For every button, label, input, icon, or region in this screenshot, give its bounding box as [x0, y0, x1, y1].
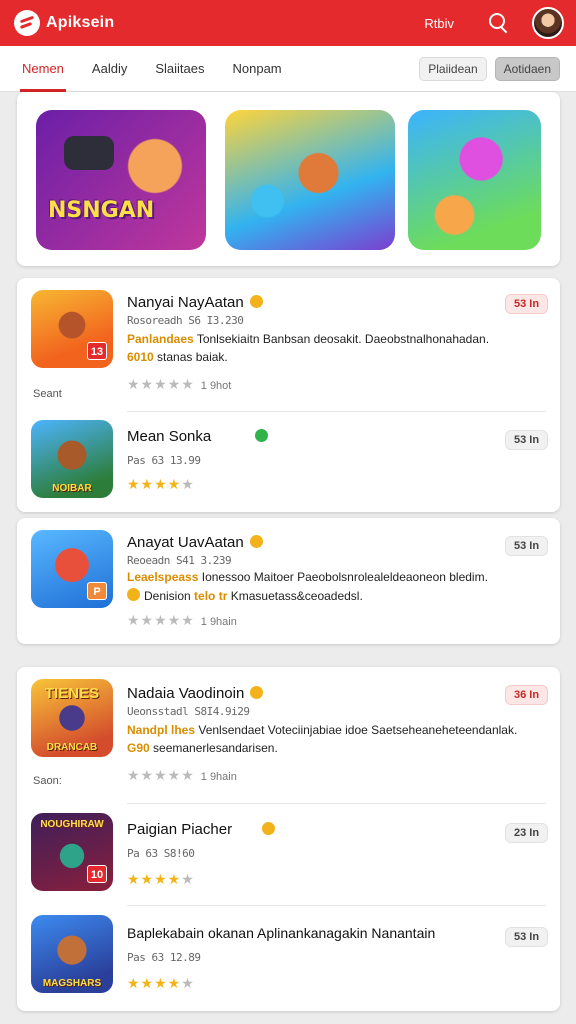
price-badge[interactable]: 23 In — [505, 823, 549, 843]
app-icon[interactable]: MAGSHARS — [31, 915, 113, 993]
tab-nemen[interactable]: Nemen — [8, 46, 78, 92]
rating-stars: ★★★★★ — [127, 871, 195, 887]
featured-banners-card: NSNGAN — [17, 92, 560, 266]
app-description: Panlandaes Tonlsekiaitn Banbsan deosakit… — [127, 332, 489, 346]
badge-icon — [127, 588, 140, 601]
rating-stars: ★★★★★ 1 9hain — [127, 767, 237, 783]
app-title: Apiksein — [46, 14, 115, 31]
app-title-text: Mean Sonka — [127, 428, 212, 445]
app-title-text: Anayat UavAatan — [127, 534, 244, 551]
divider — [127, 803, 546, 804]
desc-highlight: Nandpl lhes — [127, 723, 196, 737]
gamepad-icon — [64, 136, 114, 170]
app-meta: Pa 63 S8!60 — [127, 847, 195, 860]
verified-icon — [250, 686, 264, 699]
app-title-text: Nadaia Vaodinoin — [127, 685, 245, 702]
desc-highlight: Panlandaes — [127, 332, 194, 346]
user-avatar[interactable] — [532, 7, 564, 39]
app-title-text: Paigian Piacher — [127, 821, 233, 838]
tab-nonpam[interactable]: Nonpam — [218, 46, 295, 92]
price-badge[interactable]: 53 In — [505, 294, 549, 314]
icon-caption: NOIBAR — [52, 483, 92, 494]
verified-icon — [255, 429, 269, 442]
rating-count: 1 9hain — [200, 616, 237, 628]
app-title[interactable]: Paigian Piacher — [127, 821, 276, 838]
app-description: Leaelspeass Ionessoo Maitoer Paeobolsnro… — [127, 570, 488, 584]
rating-stars: ★★★★★ 1 9hain — [127, 612, 237, 628]
app-title-text: Nanyai NayAatan — [127, 294, 244, 311]
rating-stars: ★★★★★ — [127, 975, 195, 991]
icon-badge: 10 — [87, 865, 107, 883]
desc-text: Ionessoo Maitoer Paeobolsnrolealeldeaone… — [201, 570, 488, 584]
featured-banner-3[interactable] — [408, 110, 541, 250]
featured-banner-2[interactable] — [225, 110, 395, 250]
app-meta: Pas 63 13.99 — [127, 454, 201, 467]
desc-highlight: G90 — [127, 741, 150, 755]
app-description-2: 6010 stanas baiak. — [127, 350, 228, 364]
desc-highlight: Leaelspeass — [127, 570, 199, 584]
app-list-card-3: TIENES DRANCAB Nadaia Vaodinoin Ueonssta… — [17, 667, 560, 1011]
icon-caption: DRANCAB — [46, 742, 98, 753]
filter-chip-right[interactable]: Aotidaen — [494, 56, 560, 81]
icon-caption: MAGSHARS — [42, 978, 102, 989]
rating-stars: ★★★★★ 1 9hot — [127, 376, 232, 392]
tab-bar: Nemen Aaldiy Slaiitaes Nonpam Plaiidean … — [0, 46, 576, 92]
desc-text: Denision — [144, 589, 191, 603]
app-meta: Ueonsstadl S8I4.9i29 — [127, 705, 250, 718]
verified-icon — [262, 822, 276, 835]
icon-caption-top: TIENES — [44, 685, 100, 702]
featured-banner-1[interactable]: NSNGAN — [36, 110, 206, 250]
rating-count: 1 9hain — [200, 771, 237, 783]
desc-text: Kmasuetass&ceoadedsl. — [230, 589, 363, 603]
app-icon[interactable]: P — [31, 530, 113, 608]
app-meta: Pas 63 12.89 — [127, 951, 201, 964]
desc-text: stanas baiak. — [157, 350, 228, 364]
header-link[interactable]: Rtbiv — [424, 16, 454, 31]
rating-stars: ★★★★★ — [127, 476, 195, 492]
desc-text: Venlsendaet Voteciinjabiae idoe Saetsehe… — [198, 723, 518, 737]
icon-caption-top: NOUGHIRAW — [40, 819, 104, 830]
price-badge[interactable]: 53 In — [505, 927, 549, 947]
app-title[interactable]: Baplekabain okanan Aplinankanagakin Nana… — [127, 925, 435, 941]
icon-badge: P — [87, 582, 107, 600]
price-badge[interactable]: 53 In — [505, 430, 549, 450]
app-meta: Rosoreadh S6 I3.230 — [127, 314, 244, 327]
app-list-card-1: 13 Nanyai NayAatan Rosoreadh S6 I3.230 P… — [17, 278, 560, 512]
filter-chip-left[interactable]: Plaiidean — [419, 56, 487, 81]
rating-count: 1 9hot — [200, 380, 232, 392]
desc-text: Tonlsekiaitn Banbsan deosakit. Daeobstna… — [196, 332, 490, 346]
app-icon[interactable]: 13 — [31, 290, 113, 368]
icon-badge: 13 — [87, 342, 107, 360]
desc-highlight: telo tr — [194, 589, 228, 603]
side-label: Saon: — [33, 775, 62, 787]
side-label: Seant — [33, 388, 62, 400]
verified-icon — [249, 295, 263, 308]
app-meta: Reoeadn S41 3.239 — [127, 554, 232, 567]
app-icon[interactable]: NOIBAR — [31, 420, 113, 498]
app-title[interactable]: Nadaia Vaodinoin — [127, 685, 264, 702]
tab-aaldiy[interactable]: Aaldiy — [78, 46, 141, 92]
divider — [127, 411, 546, 412]
app-title[interactable]: Nanyai NayAatan — [127, 294, 263, 311]
app-description-2: Denision telo tr Kmasuetass&ceoadedsl. — [127, 588, 363, 603]
app-header: Apiksein Rtbiv — [0, 0, 576, 46]
app-icon[interactable]: NOUGHIRAW 10 — [31, 813, 113, 891]
app-description-2: G90 seemanerlesandarisen. — [127, 741, 278, 755]
divider — [127, 905, 546, 906]
tab-slaiitaes[interactable]: Slaiitaes — [141, 46, 218, 92]
price-badge[interactable]: 36 In — [505, 685, 549, 705]
app-list-card-2: P Anayat UavAatan Reoeadn S41 3.239 Leae… — [17, 518, 560, 644]
verified-icon — [249, 535, 263, 548]
app-description: Nandpl lhes Venlsendaet Voteciinjabiae i… — [127, 723, 517, 737]
price-badge[interactable]: 53 In — [505, 536, 549, 556]
app-logo-icon[interactable] — [14, 10, 40, 36]
app-title[interactable]: Anayat UavAatan — [127, 534, 263, 551]
desc-highlight: 6010 — [127, 350, 154, 364]
app-icon[interactable]: TIENES DRANCAB — [31, 679, 113, 757]
app-title[interactable]: Mean Sonka — [127, 428, 269, 445]
banner-title: NSNGAN — [48, 198, 155, 223]
search-icon[interactable] — [488, 12, 510, 34]
desc-text: seemanerlesandarisen. — [153, 741, 278, 755]
